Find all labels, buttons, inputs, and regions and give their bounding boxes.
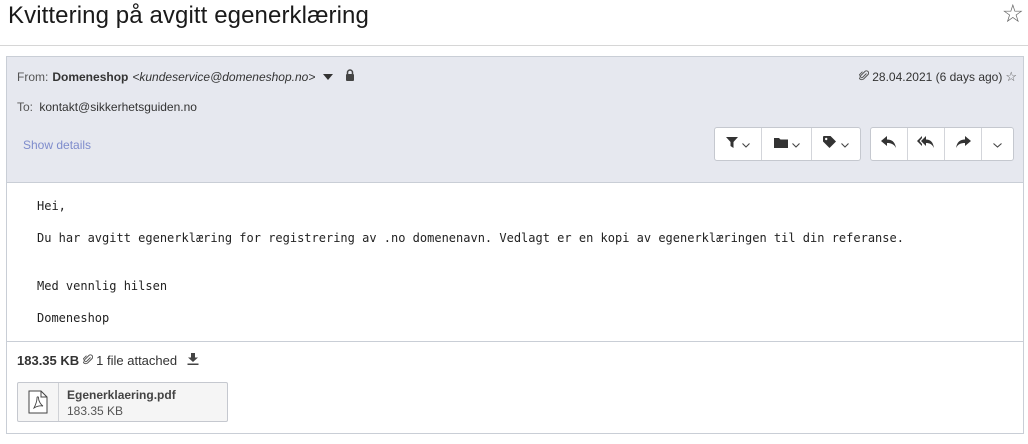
attachments-section: 183.35 KB 1 file attached Egenerklaering… <box>7 343 1023 433</box>
subject-bar: Kvittering på avgitt egenerklæring ☆ <box>0 0 1028 46</box>
forward-icon <box>955 135 971 153</box>
date-row: 28.04.2021 (6 days ago) ☆ <box>858 69 1017 85</box>
chevron-down-icon <box>742 135 750 153</box>
tag-icon <box>823 135 837 153</box>
folder-icon <box>773 135 788 153</box>
reply-button[interactable] <box>871 128 908 160</box>
star-icon[interactable]: ☆ <box>1005 69 1017 85</box>
attachment-file-name: Egenerklaering.pdf <box>67 388 176 402</box>
tag-button[interactable] <box>812 128 860 160</box>
from-row: From: Domeneshop <kundeservice@domenesho… <box>17 69 355 84</box>
flag-star-icon[interactable]: ☆ <box>1002 0 1024 28</box>
from-label: From: <box>17 69 49 84</box>
body-line: Hei, <box>37 199 66 213</box>
sender-address[interactable]: <kundeservice@domeneshop.no> <box>132 70 315 84</box>
more-chevron-icon <box>993 135 1002 153</box>
move-folder-button[interactable] <box>762 128 812 160</box>
message-subject: Kvittering på avgitt egenerklæring <box>8 2 369 29</box>
more-actions-button[interactable] <box>982 128 1013 160</box>
chevron-down-icon <box>841 135 849 153</box>
sender-menu-caret-icon[interactable] <box>323 73 334 80</box>
body-line: Du har avgitt egenerklæring for registre… <box>37 231 904 245</box>
pdf-icon <box>18 383 59 421</box>
filter-icon <box>726 135 738 153</box>
attachments-count: 1 file attached <box>96 353 178 368</box>
filing-toolbar <box>714 127 861 161</box>
show-details-link[interactable]: Show details <box>23 138 91 152</box>
message-date: 28.04.2021 (6 days ago) <box>872 70 1003 84</box>
message-headers: From: Domeneshop <kundeservice@domenesho… <box>7 57 1023 183</box>
download-all-icon[interactable] <box>187 353 199 368</box>
body-line: Med vennlig hilsen <box>37 279 168 293</box>
recipient-address[interactable]: kontakt@sikkerhetsguiden.no <box>39 100 197 114</box>
message-container: From: Domeneshop <kundeservice@domenesho… <box>6 56 1024 434</box>
forward-button[interactable] <box>945 128 982 160</box>
paperclip-icon <box>82 353 94 368</box>
sender-name[interactable]: Domeneshop <box>52 70 128 84</box>
attachments-total-size: 183.35 KB <box>17 353 80 368</box>
attachment-file[interactable]: Egenerklaering.pdf 183.35 KB <box>17 382 228 422</box>
attachments-summary: 183.35 KB 1 file attached <box>17 353 199 368</box>
lock-icon <box>345 69 355 84</box>
paperclip-icon <box>858 70 870 84</box>
filter-button[interactable] <box>715 128 762 160</box>
reply-icon <box>881 135 897 153</box>
message-body: Hei, Du har avgitt egenerklæring for reg… <box>7 184 1023 342</box>
reply-toolbar <box>870 127 1014 161</box>
chevron-down-icon <box>791 135 800 153</box>
body-line: Domeneshop <box>37 311 110 325</box>
attachment-file-size: 183.35 KB <box>67 404 124 418</box>
to-label: To: <box>17 100 34 114</box>
to-row: To: kontakt@sikkerhetsguiden.no <box>17 100 197 114</box>
reply-all-icon <box>917 135 935 153</box>
reply-all-button[interactable] <box>908 128 945 160</box>
